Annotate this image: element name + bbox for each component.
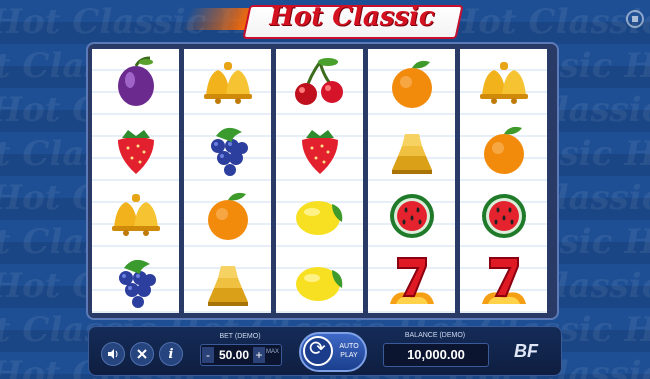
reel-2	[184, 49, 271, 313]
grapes-symbol	[184, 115, 271, 181]
cherries-icon	[294, 58, 343, 105]
spin-icon	[303, 336, 333, 366]
plum-symbol	[92, 49, 179, 115]
watermelon-icon	[481, 194, 526, 238]
reels-frame	[88, 44, 557, 318]
gold-bar-symbol	[184, 247, 271, 313]
grapes-icon	[210, 127, 248, 176]
bet-value: 50.00	[218, 348, 250, 362]
lemon-icon	[295, 201, 342, 235]
bet-plus-button[interactable]: +	[253, 347, 265, 363]
orange-symbol	[460, 115, 547, 181]
seven-symbol	[460, 247, 547, 313]
strawberry-symbol	[276, 115, 363, 181]
lemon-symbol	[276, 181, 363, 247]
bet-max-button[interactable]: MAX	[266, 349, 279, 355]
control-bar: i BET (DEMO) - 50.00 + MAX AUTO PLAY BAL…	[88, 326, 562, 376]
strawberry-icon	[301, 130, 338, 174]
bell-icon	[479, 62, 528, 104]
orange-icon	[207, 192, 248, 240]
game-logo: Hot Classic	[180, 2, 464, 39]
settings-button[interactable]	[130, 342, 154, 366]
grapes-symbol	[92, 247, 179, 313]
seven-symbol	[368, 247, 455, 313]
lemon-icon	[295, 267, 342, 301]
watermelon-symbol	[460, 181, 547, 247]
bet-control: - 50.00 + MAX	[200, 344, 282, 366]
bell-symbol	[460, 49, 547, 115]
bell-symbol	[184, 49, 271, 115]
grapes-icon	[118, 259, 156, 308]
autoplay-label: AUTO PLAY	[339, 343, 359, 359]
seven-icon	[481, 257, 526, 304]
orange-symbol	[368, 49, 455, 115]
gold-bar-icon	[207, 266, 248, 306]
strawberry-icon	[117, 130, 154, 174]
gold-bar-icon	[391, 134, 432, 174]
balance-value: 10,000.00	[383, 343, 489, 367]
bell-icon	[111, 194, 160, 236]
reel-5	[460, 49, 547, 313]
strawberry-symbol	[92, 115, 179, 181]
reel-1	[92, 49, 179, 313]
seven-icon	[389, 257, 434, 304]
balance-label: BALANCE (DEMO)	[404, 332, 466, 339]
game-title: Hot Classic	[269, 2, 435, 32]
orange-icon	[391, 60, 432, 108]
sound-button[interactable]	[101, 342, 125, 366]
reel-3	[276, 49, 363, 313]
brand-logo: BF	[514, 341, 538, 361]
cherries-symbol	[276, 49, 363, 115]
bell-icon	[203, 62, 252, 104]
bet-label: BET (DEMO)	[219, 333, 261, 340]
bell-symbol	[92, 181, 179, 247]
watermelon-symbol	[368, 181, 455, 247]
orange-icon	[483, 126, 524, 174]
tools-icon	[137, 349, 147, 359]
watermelon-icon	[389, 194, 434, 238]
bet-minus-button[interactable]: -	[202, 347, 214, 363]
gold-bar-symbol	[368, 115, 455, 181]
autoplay-button[interactable]: AUTO PLAY	[299, 332, 367, 372]
speaker-icon	[108, 349, 118, 359]
orange-symbol	[184, 181, 271, 247]
lemon-symbol	[276, 247, 363, 313]
plum-icon	[117, 56, 154, 106]
fullscreen-icon[interactable]	[626, 10, 644, 28]
reel-4	[368, 49, 455, 313]
info-button[interactable]: i	[159, 342, 183, 366]
